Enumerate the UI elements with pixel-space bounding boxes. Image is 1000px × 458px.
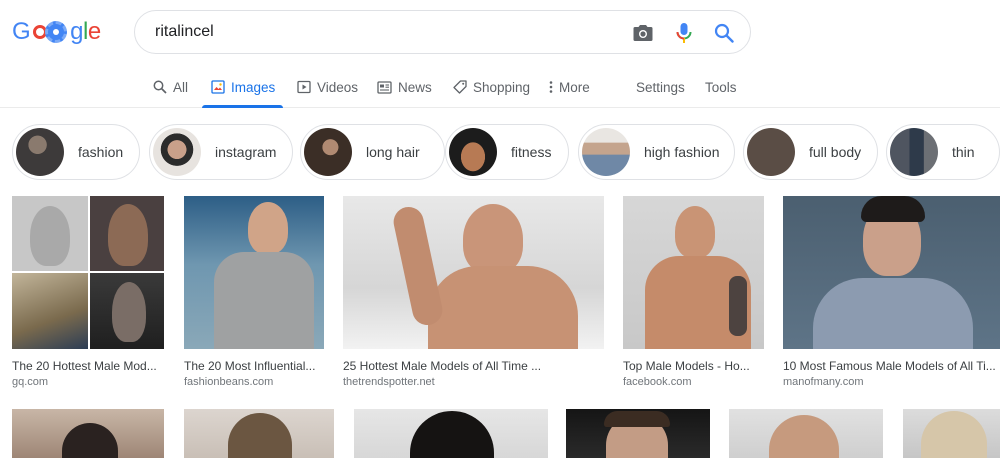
tab-shopping[interactable]: Shopping	[453, 66, 530, 108]
chip-thumbnail	[582, 128, 630, 176]
chip-label: fitness	[511, 144, 552, 160]
tab-label: Videos	[317, 79, 359, 95]
image-result[interactable]	[566, 409, 710, 458]
tab-more[interactable]: More	[549, 66, 590, 108]
result-title: The 20 Hottest Male Mod...	[12, 359, 157, 373]
chip-thumbnail	[153, 128, 201, 176]
chip-label: thin	[952, 144, 975, 160]
chip-label: full body	[809, 144, 862, 160]
camera-icon[interactable]	[631, 21, 655, 45]
chip-thumbnail	[16, 128, 64, 176]
tab-videos[interactable]: Videos	[297, 66, 358, 108]
image-result[interactable]: The 20 Most Influential... fashionbeans.…	[184, 196, 324, 388]
chip-label: long hair	[366, 144, 420, 160]
more-vert-icon	[549, 80, 553, 94]
chip-fitness[interactable]: fitness	[445, 124, 569, 180]
tab-images[interactable]: Images	[202, 66, 283, 108]
image-result[interactable]: The 20 Hottest Male Mod... gq.com	[12, 196, 164, 388]
search-box[interactable]: ritalincel	[134, 10, 751, 54]
image-result[interactable]	[354, 409, 548, 458]
result-domain: thetrendspotter.net	[343, 376, 435, 388]
image-result[interactable]	[903, 409, 1000, 458]
search-tabs: All Images Videos News Shopping More Set…	[0, 66, 1000, 108]
tab-label: Settings	[636, 79, 685, 95]
search-icon	[153, 80, 167, 94]
google-logo[interactable]: G gle	[12, 17, 101, 47]
tab-label: Tools	[705, 79, 737, 95]
tab-all[interactable]: All	[153, 66, 188, 108]
news-icon	[377, 80, 392, 94]
image-result[interactable]: 25 Hottest Male Models of All Time ... t…	[343, 196, 604, 388]
tab-label: All	[173, 79, 189, 95]
related-search-chips: fashion instagram long hair fitness high…	[12, 124, 1000, 182]
chip-high-fashion[interactable]: high fashion	[578, 124, 735, 180]
image-result[interactable]	[729, 409, 883, 458]
chip-label: fashion	[78, 144, 124, 160]
tab-settings[interactable]: Settings	[636, 66, 685, 108]
tab-label: Images	[231, 79, 276, 95]
tab-news[interactable]: News	[377, 66, 432, 108]
result-title: 25 Hottest Male Models of All Time ...	[343, 359, 542, 373]
result-domain: facebook.com	[623, 376, 692, 388]
chip-thumbnail	[747, 128, 795, 176]
chip-thumbnail	[304, 128, 352, 176]
result-domain: manofmany.com	[783, 376, 864, 388]
video-icon	[297, 80, 311, 94]
image-result[interactable]: Top Male Models - Ho... facebook.com	[623, 196, 764, 388]
microphone-icon[interactable]	[672, 21, 696, 45]
chip-full-body[interactable]: full body	[743, 124, 878, 180]
tab-label: Shopping	[473, 79, 531, 95]
result-title: 10 Most Famous Male Models of All Ti...	[783, 359, 996, 373]
chip-thin[interactable]: thin	[886, 124, 1000, 180]
result-domain: gq.com	[12, 376, 49, 388]
doodle-icon	[31, 20, 69, 44]
result-image	[184, 196, 324, 349]
chip-thumbnail	[890, 128, 938, 176]
chip-instagram[interactable]: instagram	[149, 124, 293, 180]
chip-thumbnail	[449, 128, 497, 176]
result-title: The 20 Most Influential...	[184, 359, 316, 373]
image-icon	[211, 80, 225, 94]
tag-icon	[453, 80, 467, 94]
result-image	[783, 196, 1000, 349]
chip-fashion[interactable]: fashion	[12, 124, 140, 180]
search-icon[interactable]	[712, 21, 736, 45]
result-image	[343, 196, 604, 349]
result-image	[12, 196, 164, 349]
chip-label: instagram	[215, 144, 277, 160]
tab-label: News	[398, 79, 432, 95]
image-result[interactable]: 10 Most Famous Male Models of All Ti... …	[783, 196, 1000, 388]
result-image	[623, 196, 764, 349]
result-title: Top Male Models - Ho...	[623, 359, 750, 373]
chip-label: high fashion	[644, 144, 720, 160]
search-input[interactable]: ritalincel	[155, 23, 214, 41]
image-result[interactable]	[184, 409, 334, 458]
tab-label: More	[559, 79, 590, 95]
result-domain: fashionbeans.com	[184, 376, 274, 388]
tab-tools[interactable]: Tools	[705, 66, 737, 108]
image-result[interactable]	[12, 409, 164, 458]
chip-long-hair[interactable]: long hair	[300, 124, 445, 180]
